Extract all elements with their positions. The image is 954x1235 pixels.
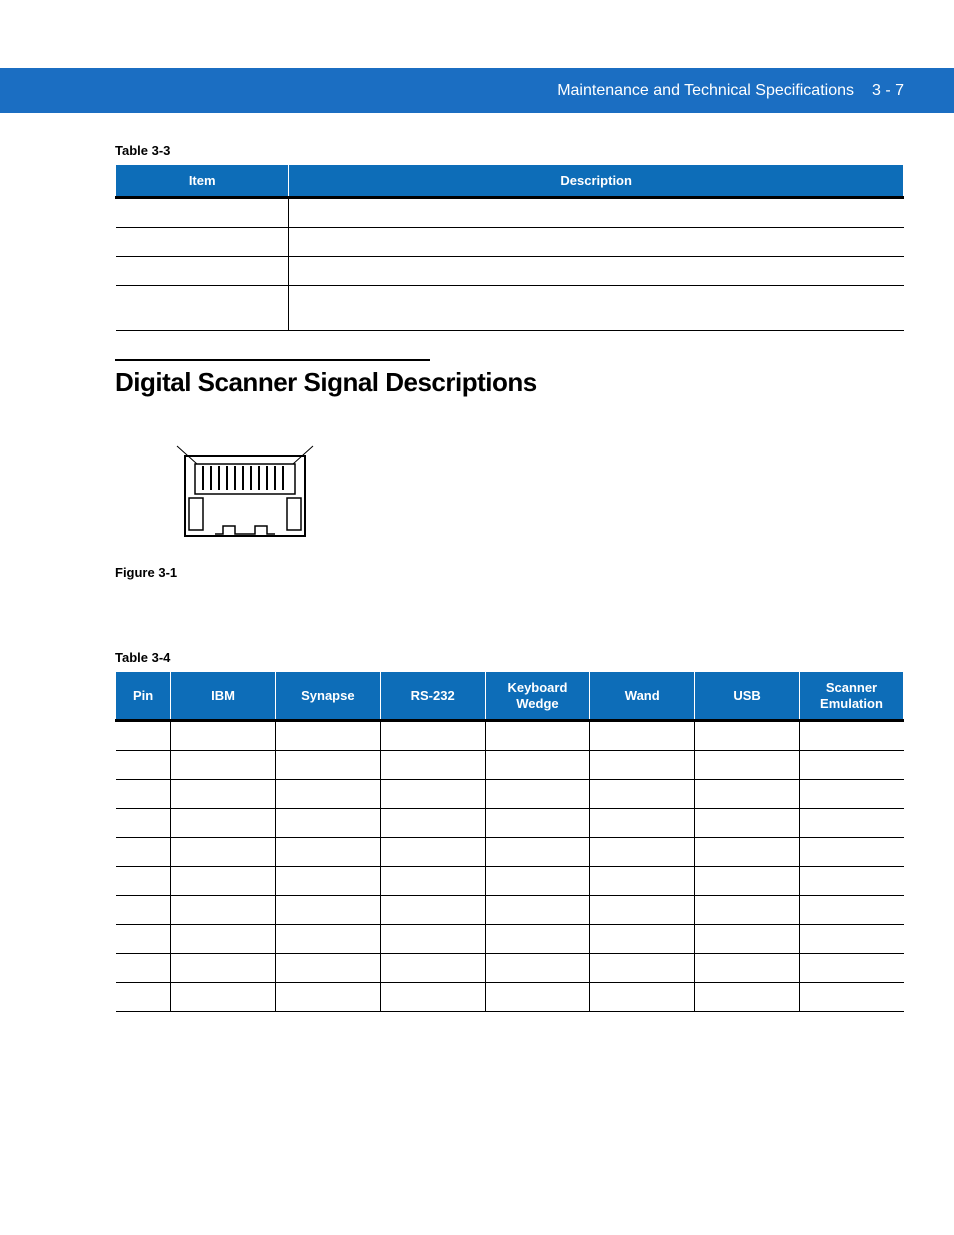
table-3-3-col-0: Item [116, 165, 289, 198]
table-3-4-col-5: Wand [590, 672, 695, 721]
table-3-3-label: Table 3-3 [115, 143, 904, 158]
table-3-4-col-7: ScannerEmulation [799, 672, 903, 721]
table-row [116, 780, 904, 809]
table-row [116, 751, 904, 780]
table-row [116, 896, 904, 925]
rj-connector-icon [175, 438, 315, 548]
table-3-4: PinIBMSynapseRS-232KeyboardWedgeWandUSBS… [115, 671, 904, 1012]
table-row [116, 983, 904, 1012]
table-row [116, 721, 904, 751]
page-content: Table 3-3 ItemDescription Digital Scanne… [0, 113, 954, 1012]
table-row [116, 867, 904, 896]
figure-3-1-label: Figure 3-1 [115, 565, 904, 580]
table-row [116, 838, 904, 867]
table-3-3: ItemDescription [115, 164, 904, 331]
table-3-4-col-3: RS-232 [380, 672, 485, 721]
table-3-4-col-1: IBM [171, 672, 276, 721]
table-row [116, 286, 904, 331]
table-row [116, 228, 904, 257]
table-row [116, 925, 904, 954]
table-3-4-col-0: Pin [116, 672, 171, 721]
table-row [116, 257, 904, 286]
section-heading: Digital Scanner Signal Descriptions [115, 367, 904, 398]
page-header: Maintenance and Technical Specifications… [0, 68, 954, 113]
table-3-4-col-4: KeyboardWedge [485, 672, 590, 721]
figure-3-1 [175, 438, 315, 553]
header-title: Maintenance and Technical Specifications [557, 82, 854, 100]
table-row [116, 954, 904, 983]
table-3-4-label: Table 3-4 [115, 650, 904, 665]
table-3-4-col-2: Synapse [275, 672, 380, 721]
header-page-number: 3 - 7 [872, 82, 904, 100]
table-3-3-col-1: Description [289, 165, 904, 198]
table-row [116, 198, 904, 228]
section-rule [115, 359, 430, 361]
table-3-4-col-6: USB [695, 672, 800, 721]
table-row [116, 809, 904, 838]
